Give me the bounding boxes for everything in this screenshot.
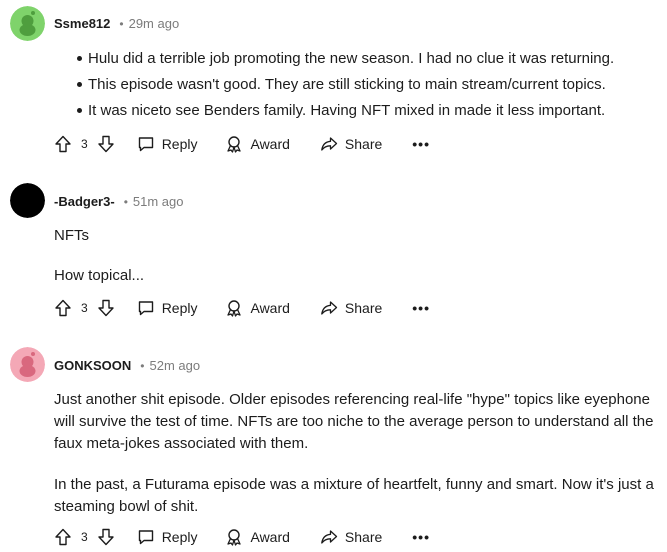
more-options-button[interactable]: •••: [412, 529, 430, 545]
downvote-arrow-icon: [97, 135, 114, 153]
reply-button[interactable]: Reply: [137, 528, 198, 546]
vote-count: 3: [81, 301, 88, 315]
comment-body: NFTs How topical...: [54, 226, 664, 286]
upvote-arrow-icon: [55, 528, 71, 546]
comment-bubble-icon: [138, 530, 153, 545]
share-button[interactable]: Share: [320, 528, 382, 546]
upvote-button[interactable]: [54, 299, 72, 317]
downvote-arrow-icon: [97, 528, 114, 546]
avatar[interactable]: [10, 6, 45, 41]
share-label: Share: [344, 136, 383, 152]
share-button[interactable]: Share: [320, 135, 382, 153]
upvote-button[interactable]: [54, 528, 72, 546]
comment-paragraph: How topical...: [54, 267, 145, 284]
comment-bubble-icon: [138, 301, 153, 316]
timestamp[interactable]: 29m ago: [129, 16, 180, 31]
author-name[interactable]: Ssme812: [54, 16, 110, 31]
reply-button[interactable]: Reply: [137, 135, 198, 153]
downvote-button[interactable]: [97, 299, 115, 317]
award-button[interactable]: Award: [225, 135, 290, 153]
comment-paragraph: NFTs: [54, 227, 89, 244]
award-icon: [227, 136, 242, 153]
bullet-item: Hulu did a terrible job promoting the ne…: [54, 49, 614, 75]
reply-label: Reply: [161, 300, 198, 316]
award-label: Award: [250, 529, 290, 545]
author-name[interactable]: GONKSOON: [54, 358, 131, 373]
reply-button[interactable]: Reply: [137, 299, 198, 317]
separator-dot: •: [140, 359, 145, 373]
share-label: Share: [344, 529, 383, 545]
vote-count: 3: [81, 530, 88, 544]
comment-actions: 3 Reply Award Share •••: [54, 133, 430, 155]
bullet-item: It was niceto see Benders family. Having…: [54, 101, 614, 127]
downvote-arrow-icon: [97, 299, 114, 317]
share-button[interactable]: Share: [320, 299, 382, 317]
vote-count: 3: [81, 137, 88, 151]
share-arrow-icon: [321, 530, 338, 544]
share-arrow-icon: [321, 137, 338, 151]
award-label: Award: [250, 300, 290, 316]
separator-dot: •: [123, 195, 128, 209]
award-label: Award: [250, 136, 290, 152]
separator-dot: •: [119, 17, 124, 31]
timestamp[interactable]: 52m ago: [150, 358, 201, 373]
comment-paragraph: In the past, a Futurama episode was a mi…: [54, 476, 654, 515]
reply-label: Reply: [161, 529, 198, 545]
user-avatar-icon: [10, 183, 45, 218]
upvote-arrow-icon: [55, 135, 71, 153]
more-options-button[interactable]: •••: [412, 136, 430, 152]
award-button[interactable]: Award: [225, 528, 290, 546]
comment-body: Hulu did a terrible job promoting the ne…: [54, 49, 614, 127]
upvote-button[interactable]: [54, 135, 72, 153]
comment-actions: 3 Reply Award Share •••: [54, 526, 430, 548]
more-options-button[interactable]: •••: [412, 300, 430, 316]
bullet-item: This episode wasn't good. They are still…: [54, 75, 614, 101]
upvote-arrow-icon: [55, 299, 71, 317]
snoo-avatar-icon: [10, 6, 45, 41]
comment-body: Just another shit episode. Older episode…: [54, 389, 664, 518]
avatar[interactable]: [10, 183, 45, 218]
comment-actions: 3 Reply Award Share •••: [54, 297, 430, 319]
award-button[interactable]: Award: [225, 299, 290, 317]
downvote-button[interactable]: [97, 135, 115, 153]
award-icon: [227, 529, 242, 546]
snoo-avatar-icon: [10, 347, 45, 382]
comment-bubble-icon: [138, 137, 153, 152]
share-arrow-icon: [321, 301, 338, 315]
share-label: Share: [344, 300, 383, 316]
author-name[interactable]: -Badger3-: [54, 194, 115, 209]
award-icon: [227, 300, 242, 317]
downvote-button[interactable]: [97, 528, 115, 546]
avatar[interactable]: [10, 347, 45, 382]
comment-paragraph: Just another shit episode. Older episode…: [54, 391, 654, 452]
timestamp[interactable]: 51m ago: [133, 194, 184, 209]
reply-label: Reply: [161, 136, 198, 152]
